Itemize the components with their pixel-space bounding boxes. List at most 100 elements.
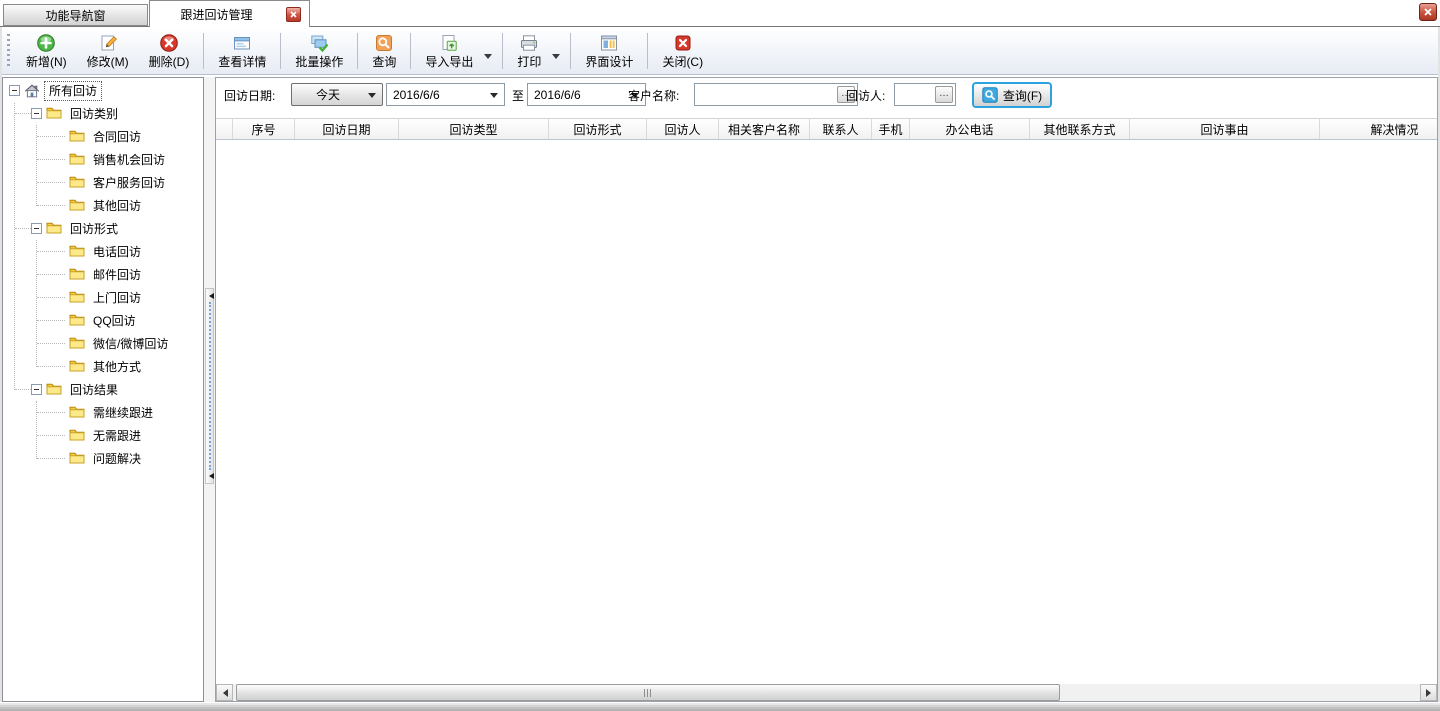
scroll-left-button[interactable] bbox=[216, 684, 233, 701]
collapse-toggle-icon[interactable] bbox=[9, 85, 20, 96]
tree-stub bbox=[15, 389, 31, 390]
column-header-seq[interactable]: 序号 bbox=[233, 119, 295, 139]
toolbar-separator bbox=[203, 33, 204, 69]
window-edge-bottom bbox=[0, 702, 1440, 711]
tree-item-problem-solved[interactable]: 问题解决 bbox=[3, 447, 203, 470]
column-header-office-phone[interactable]: 办公电话 bbox=[910, 119, 1030, 139]
tree-item-email-visit[interactable]: 邮件回访 bbox=[3, 263, 203, 286]
folder-icon bbox=[69, 359, 85, 375]
tab-close-icon[interactable] bbox=[286, 7, 301, 22]
visitor-lookup-button[interactable]: … bbox=[935, 86, 953, 103]
column-header-other-contact[interactable]: 其他联系方式 bbox=[1030, 119, 1130, 139]
import-export-button[interactable]: 导入导出 bbox=[415, 30, 483, 72]
toolbar-separator bbox=[410, 33, 411, 69]
print-dropdown[interactable] bbox=[551, 30, 566, 72]
date-from-select[interactable]: 2016/6/6 bbox=[386, 83, 505, 106]
print-button[interactable]: 打印 bbox=[507, 30, 551, 72]
chevron-down-icon bbox=[484, 54, 492, 63]
tab-function-nav[interactable]: 功能导航窗 bbox=[3, 4, 148, 26]
column-header-visitor[interactable]: 回访人 bbox=[647, 119, 719, 139]
folder-icon bbox=[69, 244, 85, 260]
tab-bar: 功能导航窗 跟进回访管理 bbox=[0, 0, 1440, 27]
column-header-solve-status[interactable]: 解决情况 bbox=[1320, 119, 1438, 139]
tree-item-customer-service-visit[interactable]: 客户服务回访 bbox=[3, 171, 203, 194]
collapse-left-icon bbox=[206, 473, 214, 479]
column-header-visit-reason[interactable]: 回访事由 bbox=[1130, 119, 1320, 139]
tree-stub bbox=[37, 136, 65, 137]
tree-item-phone-visit[interactable]: 电话回访 bbox=[3, 240, 203, 263]
tree-item-wechat-weibo-visit[interactable]: 微信/微博回访 bbox=[3, 332, 203, 355]
horizontal-scrollbar[interactable] bbox=[216, 684, 1437, 701]
tree-item-label: 客户服务回访 bbox=[89, 174, 169, 192]
column-header-customer-name[interactable]: 相关客户名称 bbox=[719, 119, 810, 139]
grid-header: 序号 回访日期 回访类型 回访形式 回访人 相关客户名称 联系人 手机 办公电话… bbox=[216, 118, 1438, 140]
query-button[interactable]: 查询 bbox=[362, 30, 406, 72]
tree-item-sales-opportunity-visit[interactable]: 销售机会回访 bbox=[3, 148, 203, 171]
import-export-dropdown[interactable] bbox=[483, 30, 498, 72]
date-from-value: 2016/6/6 bbox=[393, 88, 486, 102]
tree-item-qq-visit[interactable]: QQ回访 bbox=[3, 309, 203, 332]
tree-item-label: 其他回访 bbox=[89, 197, 145, 215]
tree-stub bbox=[37, 251, 65, 252]
tree-item-label: 其他方式 bbox=[89, 358, 145, 376]
folder-icon bbox=[46, 106, 62, 122]
tree-item-need-followup[interactable]: 需继续跟进 bbox=[3, 401, 203, 424]
toolbar-separator bbox=[502, 33, 503, 69]
tree-item-other-method[interactable]: 其他方式 bbox=[3, 355, 203, 378]
query-button-label: 查询 bbox=[372, 56, 396, 69]
column-header-visit-form[interactable]: 回访形式 bbox=[549, 119, 647, 139]
scrollbar-track[interactable] bbox=[233, 684, 1420, 701]
splitter-dots bbox=[209, 302, 211, 470]
tree-item-other-visit[interactable]: 其他回访 bbox=[3, 194, 203, 217]
collapse-toggle-icon[interactable] bbox=[31, 384, 42, 395]
panel-splitter[interactable] bbox=[204, 77, 215, 702]
toolbar-grip[interactable] bbox=[7, 34, 10, 68]
tree-group-visit-result[interactable]: 回访结果 bbox=[3, 378, 203, 401]
customer-name-input[interactable] bbox=[697, 86, 835, 103]
column-header-mobile[interactable]: 手机 bbox=[872, 119, 910, 139]
scroll-right-button[interactable] bbox=[1420, 684, 1437, 701]
tree-stub bbox=[37, 159, 65, 160]
tree-group-visit-form[interactable]: 回访形式 bbox=[3, 217, 203, 240]
search-button-label: 查询(F) bbox=[1003, 87, 1042, 104]
tree-item-label: 无需跟进 bbox=[89, 427, 145, 445]
column-header-visit-date[interactable]: 回访日期 bbox=[295, 119, 399, 139]
add-button[interactable]: 新增(N) bbox=[16, 30, 77, 72]
date-preset-select[interactable]: 今天 bbox=[291, 83, 383, 106]
tree-root-all-visits[interactable]: 所有回访 bbox=[3, 79, 203, 102]
view-details-icon bbox=[232, 33, 252, 53]
collapse-toggle-icon[interactable] bbox=[31, 223, 42, 234]
ui-design-icon bbox=[599, 33, 619, 53]
batch-operation-button[interactable]: 批量操作 bbox=[285, 30, 353, 72]
tree-group-visit-category[interactable]: 回访类别 bbox=[3, 102, 203, 125]
collapse-toggle-icon[interactable] bbox=[31, 108, 42, 119]
collapse-left-icon bbox=[206, 293, 214, 299]
column-header-contact[interactable]: 联系人 bbox=[810, 119, 872, 139]
grid-body-empty[interactable] bbox=[216, 141, 1437, 684]
close-button[interactable]: 关闭(C) bbox=[652, 30, 713, 72]
edit-button-label: 修改(M) bbox=[87, 56, 129, 69]
print-icon bbox=[519, 33, 539, 53]
search-button[interactable]: 查询(F) bbox=[972, 82, 1052, 108]
tree-item-label: 需继续跟进 bbox=[89, 404, 157, 422]
view-details-button[interactable]: 查看详情 bbox=[208, 30, 276, 72]
tree-stub bbox=[37, 343, 65, 344]
window-close-icon[interactable] bbox=[1419, 3, 1437, 21]
edit-button[interactable]: 修改(M) bbox=[77, 30, 139, 72]
chevron-down-icon bbox=[490, 93, 498, 102]
tree-group-label: 回访形式 bbox=[66, 220, 122, 238]
visitor-input[interactable] bbox=[897, 86, 933, 103]
splitter-collapse-bar[interactable] bbox=[205, 288, 214, 484]
folder-icon bbox=[69, 428, 85, 444]
tree-item-door-visit[interactable]: 上门回访 bbox=[3, 286, 203, 309]
folder-icon bbox=[69, 290, 85, 306]
delete-button[interactable]: 删除(D) bbox=[139, 30, 200, 72]
tree-item-contract-visit[interactable]: 合同回访 bbox=[3, 125, 203, 148]
visit-list-panel: 回访日期: 今天 2016/6/6 至 2016/6/6 客户名称: … 回访人… bbox=[215, 77, 1438, 702]
tree-item-no-followup[interactable]: 无需跟进 bbox=[3, 424, 203, 447]
folder-icon bbox=[69, 451, 85, 467]
scrollbar-thumb[interactable] bbox=[236, 684, 1060, 701]
tab-followup-visit-management[interactable]: 跟进回访管理 bbox=[149, 0, 310, 27]
column-header-visit-type[interactable]: 回访类型 bbox=[399, 119, 549, 139]
ui-design-button[interactable]: 界面设计 bbox=[575, 30, 643, 72]
